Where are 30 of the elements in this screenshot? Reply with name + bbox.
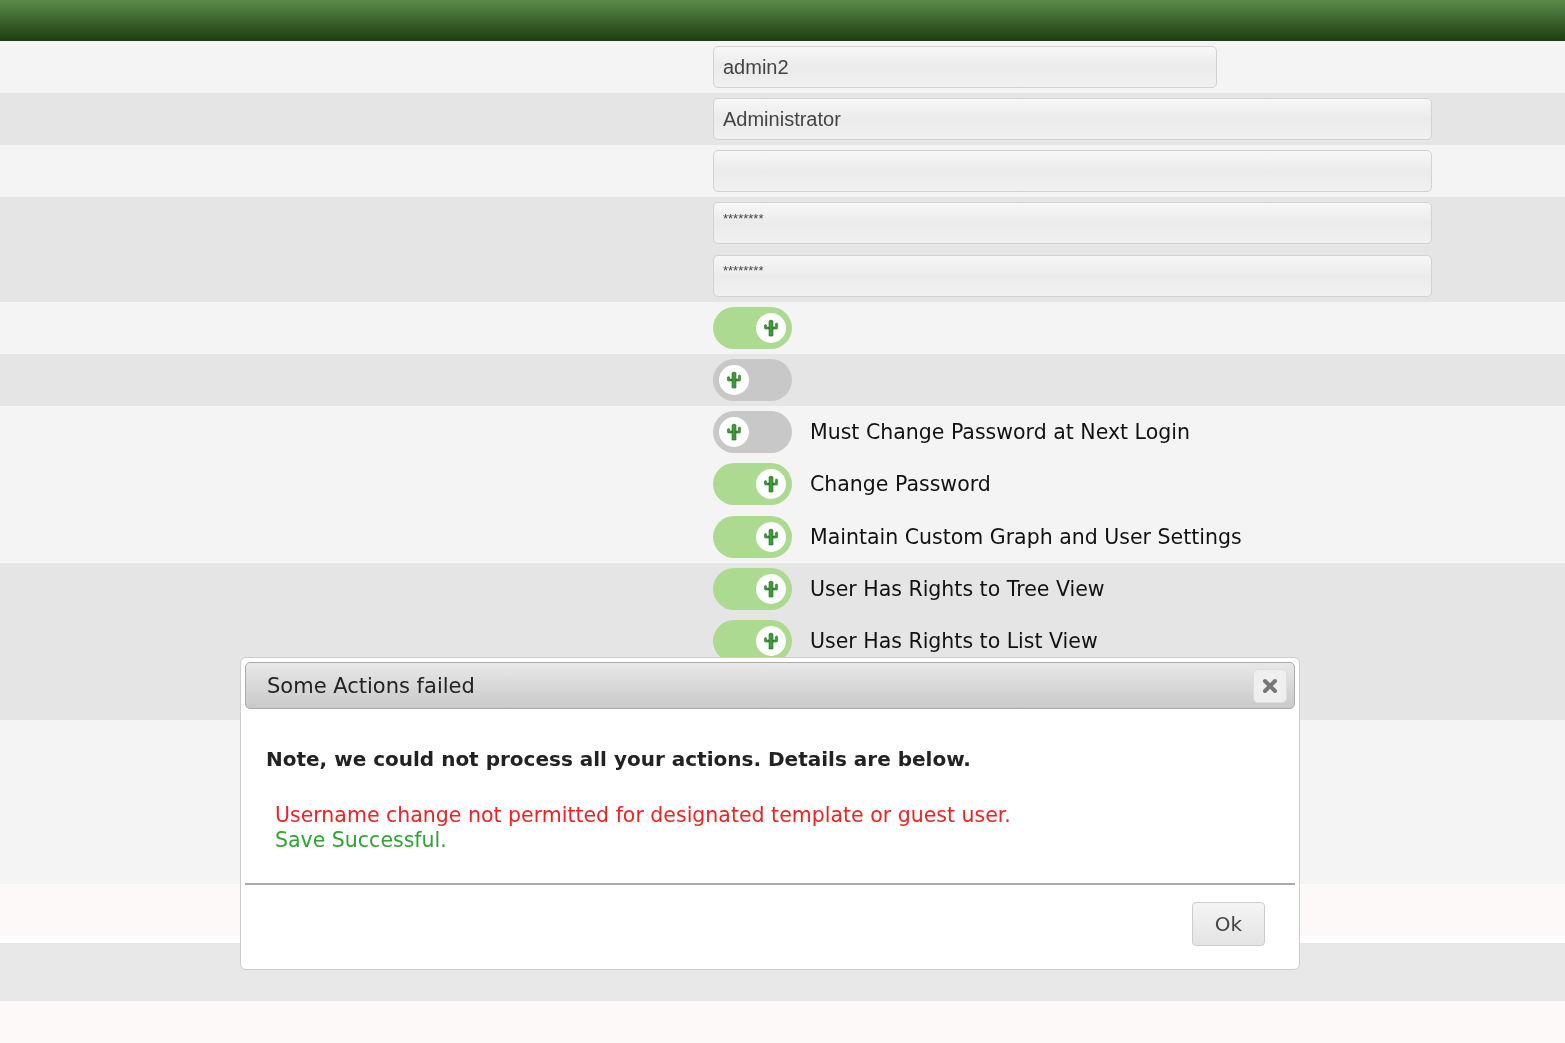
toggle-switch[interactable] xyxy=(713,567,792,610)
close-button[interactable] xyxy=(1253,668,1287,703)
cactus-icon xyxy=(724,421,744,442)
input-field[interactable]: Administrator xyxy=(713,98,1432,140)
dialog-title: Some Actions failed xyxy=(267,673,475,698)
password-field[interactable]: ******** xyxy=(713,254,1432,297)
toggle-label: Maintain Custom Graph and User Settings xyxy=(810,524,1242,549)
cactus-icon xyxy=(761,474,781,494)
input-field[interactable]: admin2 xyxy=(713,46,1217,88)
password-field[interactable]: ******** xyxy=(713,202,1432,244)
toggle-switch[interactable] xyxy=(713,463,792,505)
close-icon xyxy=(1262,677,1278,694)
toggle-label: User Has Rights to List View xyxy=(810,629,1098,653)
toggle-switch[interactable] xyxy=(713,410,792,453)
toggle-label: Change Password xyxy=(810,472,991,496)
toggle-switch[interactable] xyxy=(713,306,792,349)
result-message: Username change not permitted for designated template or guest user. xyxy=(275,803,1012,828)
cactus-icon xyxy=(724,369,744,390)
toggle-label: User Has Rights to Tree View xyxy=(810,576,1105,601)
cactus-icon xyxy=(761,317,781,338)
cactus-icon xyxy=(761,526,781,547)
result-message: Save Successful. xyxy=(275,828,448,853)
input-field[interactable] xyxy=(713,150,1432,192)
cactus-icon xyxy=(761,631,781,651)
cactus-icon xyxy=(761,578,781,599)
toggle-switch[interactable] xyxy=(713,515,792,558)
toggle-switch[interactable] xyxy=(713,358,792,401)
ok-button[interactable]: Ok xyxy=(1192,902,1265,946)
toggle-label: Must Change Password at Next Login xyxy=(810,419,1190,444)
dialog-message: Note, we could not process all your actions. Details are below. xyxy=(266,747,972,771)
